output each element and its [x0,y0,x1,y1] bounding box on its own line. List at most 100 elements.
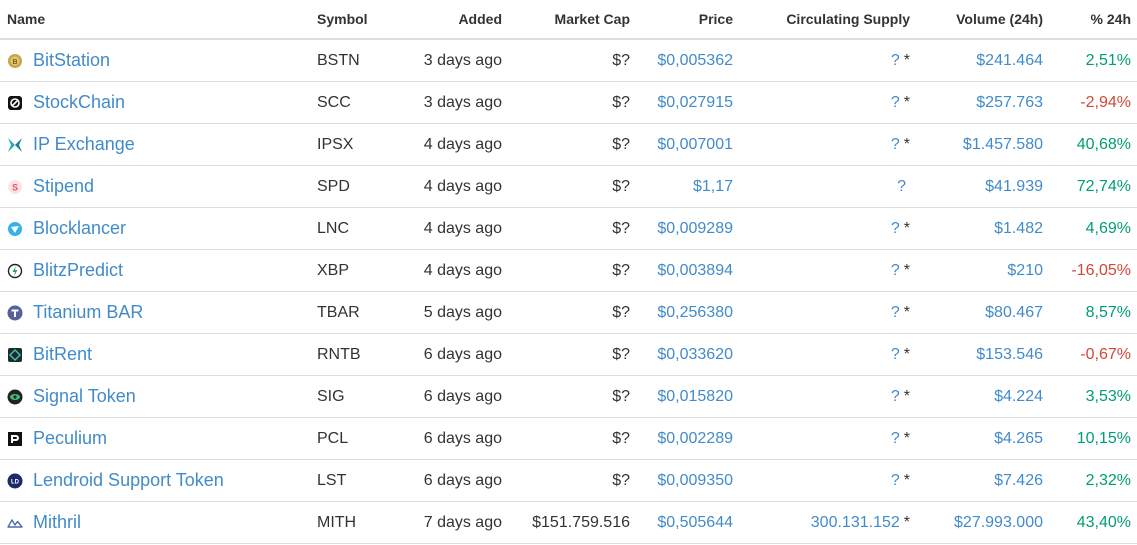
market-cap: $? [508,81,636,124]
name-cell: IP Exchange [7,134,304,155]
header-change[interactable]: % 24h [1049,0,1137,40]
added-date: 4 days ago [395,249,508,292]
volume-link[interactable]: $27.993.000 [954,514,1043,531]
coin-name-link[interactable]: BitStation [33,50,110,71]
volume-link[interactable]: $7.426 [994,472,1043,489]
coin-name-link[interactable]: Lendroid Support Token [33,470,224,491]
added-date: 5 days ago [395,291,508,334]
name-cell: B BitStation [7,50,304,71]
added-date: 6 days ago [395,459,508,502]
price-link[interactable]: $0,505644 [657,514,733,531]
price-link[interactable]: $0,033620 [657,346,733,363]
coin-name-link[interactable]: Stipend [33,176,94,197]
supply-link[interactable]: ? [891,346,900,363]
market-cap: $? [508,165,636,208]
percent-change: 40,68% [1049,123,1137,166]
added-date: 4 days ago [395,207,508,250]
price-link[interactable]: $0,256380 [657,304,733,321]
price-link[interactable]: $0,009289 [657,220,733,237]
coin-name-link[interactable]: IP Exchange [33,134,135,155]
header-volume[interactable]: Volume (24h) [916,0,1049,40]
price-link[interactable]: $0,015820 [657,388,733,405]
peculium-icon [7,431,23,447]
header-added[interactable]: Added [395,0,508,40]
price-link[interactable]: $0,009350 [657,472,733,489]
header-circulating-supply[interactable]: Circulating Supply [739,0,916,40]
percent-change: 8,57% [1049,291,1137,334]
svg-text:LD: LD [11,479,20,485]
coin-name-link[interactable]: Titanium BAR [33,302,143,323]
supply-note-star: * [903,513,910,531]
supply-link[interactable]: ? [891,94,900,111]
coin-name-link[interactable]: Mithril [33,512,81,533]
price-link[interactable]: $0,002289 [657,430,733,447]
bitstation-icon: B [7,53,23,69]
name-cell: StockChain [7,92,304,113]
supply-link[interactable]: ? [891,262,900,279]
supply-link[interactable]: ? [891,136,900,153]
table-row: BitRent RNTB 6 days ago $? $0,033620 ? * … [0,333,1137,376]
price-link[interactable]: $0,007001 [657,136,733,153]
market-cap: $? [508,291,636,334]
coin-name-link[interactable]: BitRent [33,344,92,365]
volume-link[interactable]: $257.763 [976,94,1043,111]
price-link[interactable]: $0,005362 [657,52,733,69]
supply-link[interactable]: ? [897,178,906,195]
price-link[interactable]: $0,003894 [657,262,733,279]
coin-symbol: TBAR [310,291,395,334]
supply-note-star: * [903,51,910,69]
supply-link[interactable]: ? [891,52,900,69]
percent-change: 4,69% [1049,207,1137,250]
table-header-row: Name Symbol Added Market Cap Price Circu… [0,0,1137,40]
percent-change: -16,05% [1049,249,1137,292]
supply-link[interactable]: 300.131.152 [811,514,900,531]
volume-link[interactable]: $4.265 [994,430,1043,447]
header-market-cap[interactable]: Market Cap [508,0,636,40]
supply-link[interactable]: ? [891,220,900,237]
market-cap: $? [508,39,636,82]
name-cell: Peculium [7,428,304,449]
percent-change: 72,74% [1049,165,1137,208]
volume-link[interactable]: $80.467 [985,304,1043,321]
table-row: S Stipend SPD 4 days ago $? $1,17 ? $41.… [0,165,1137,208]
price-link[interactable]: $1,17 [693,178,733,195]
volume-link[interactable]: $4.224 [994,388,1043,405]
added-date: 3 days ago [395,39,508,82]
supply-note-star: * [903,219,910,237]
header-symbol[interactable]: Symbol [310,0,395,40]
market-cap: $151.759.516 [508,501,636,544]
coin-symbol: LNC [310,207,395,250]
name-cell: Blocklancer [7,218,304,239]
bitrent-icon [7,347,23,363]
coin-name-link[interactable]: BlitzPredict [33,260,123,281]
price-link[interactable]: $0,027915 [657,94,733,111]
supply-link[interactable]: ? [891,388,900,405]
supply-link[interactable]: ? [891,304,900,321]
volume-link[interactable]: $153.546 [976,346,1043,363]
volume-link[interactable]: $241.464 [976,52,1043,69]
coin-name-link[interactable]: Blocklancer [33,218,126,239]
table-row: Peculium PCL 6 days ago $? $0,002289 ? * … [0,417,1137,460]
volume-link[interactable]: $210 [1007,262,1043,279]
market-cap: $? [508,417,636,460]
added-date: 6 days ago [395,375,508,418]
supply-link[interactable]: ? [891,430,900,447]
supply-link[interactable]: ? [891,472,900,489]
percent-change: 10,15% [1049,417,1137,460]
added-date: 6 days ago [395,333,508,376]
header-name[interactable]: Name [0,0,310,40]
market-cap: $? [508,249,636,292]
header-price[interactable]: Price [636,0,739,40]
percent-change: 2,32% [1049,459,1137,502]
lendroid-icon: LD [7,473,23,489]
coin-name-link[interactable]: Signal Token [33,386,136,407]
table-row: B BitStation BSTN 3 days ago $? $0,00536… [0,39,1137,82]
volume-link[interactable]: $41.939 [985,178,1043,195]
coin-symbol: SPD [310,165,395,208]
coin-name-link[interactable]: StockChain [33,92,125,113]
coin-name-link[interactable]: Peculium [33,428,107,449]
volume-link[interactable]: $1.457.580 [963,136,1043,153]
supply-note-star: * [903,345,910,363]
volume-link[interactable]: $1.482 [994,220,1043,237]
coin-symbol: SCC [310,81,395,124]
